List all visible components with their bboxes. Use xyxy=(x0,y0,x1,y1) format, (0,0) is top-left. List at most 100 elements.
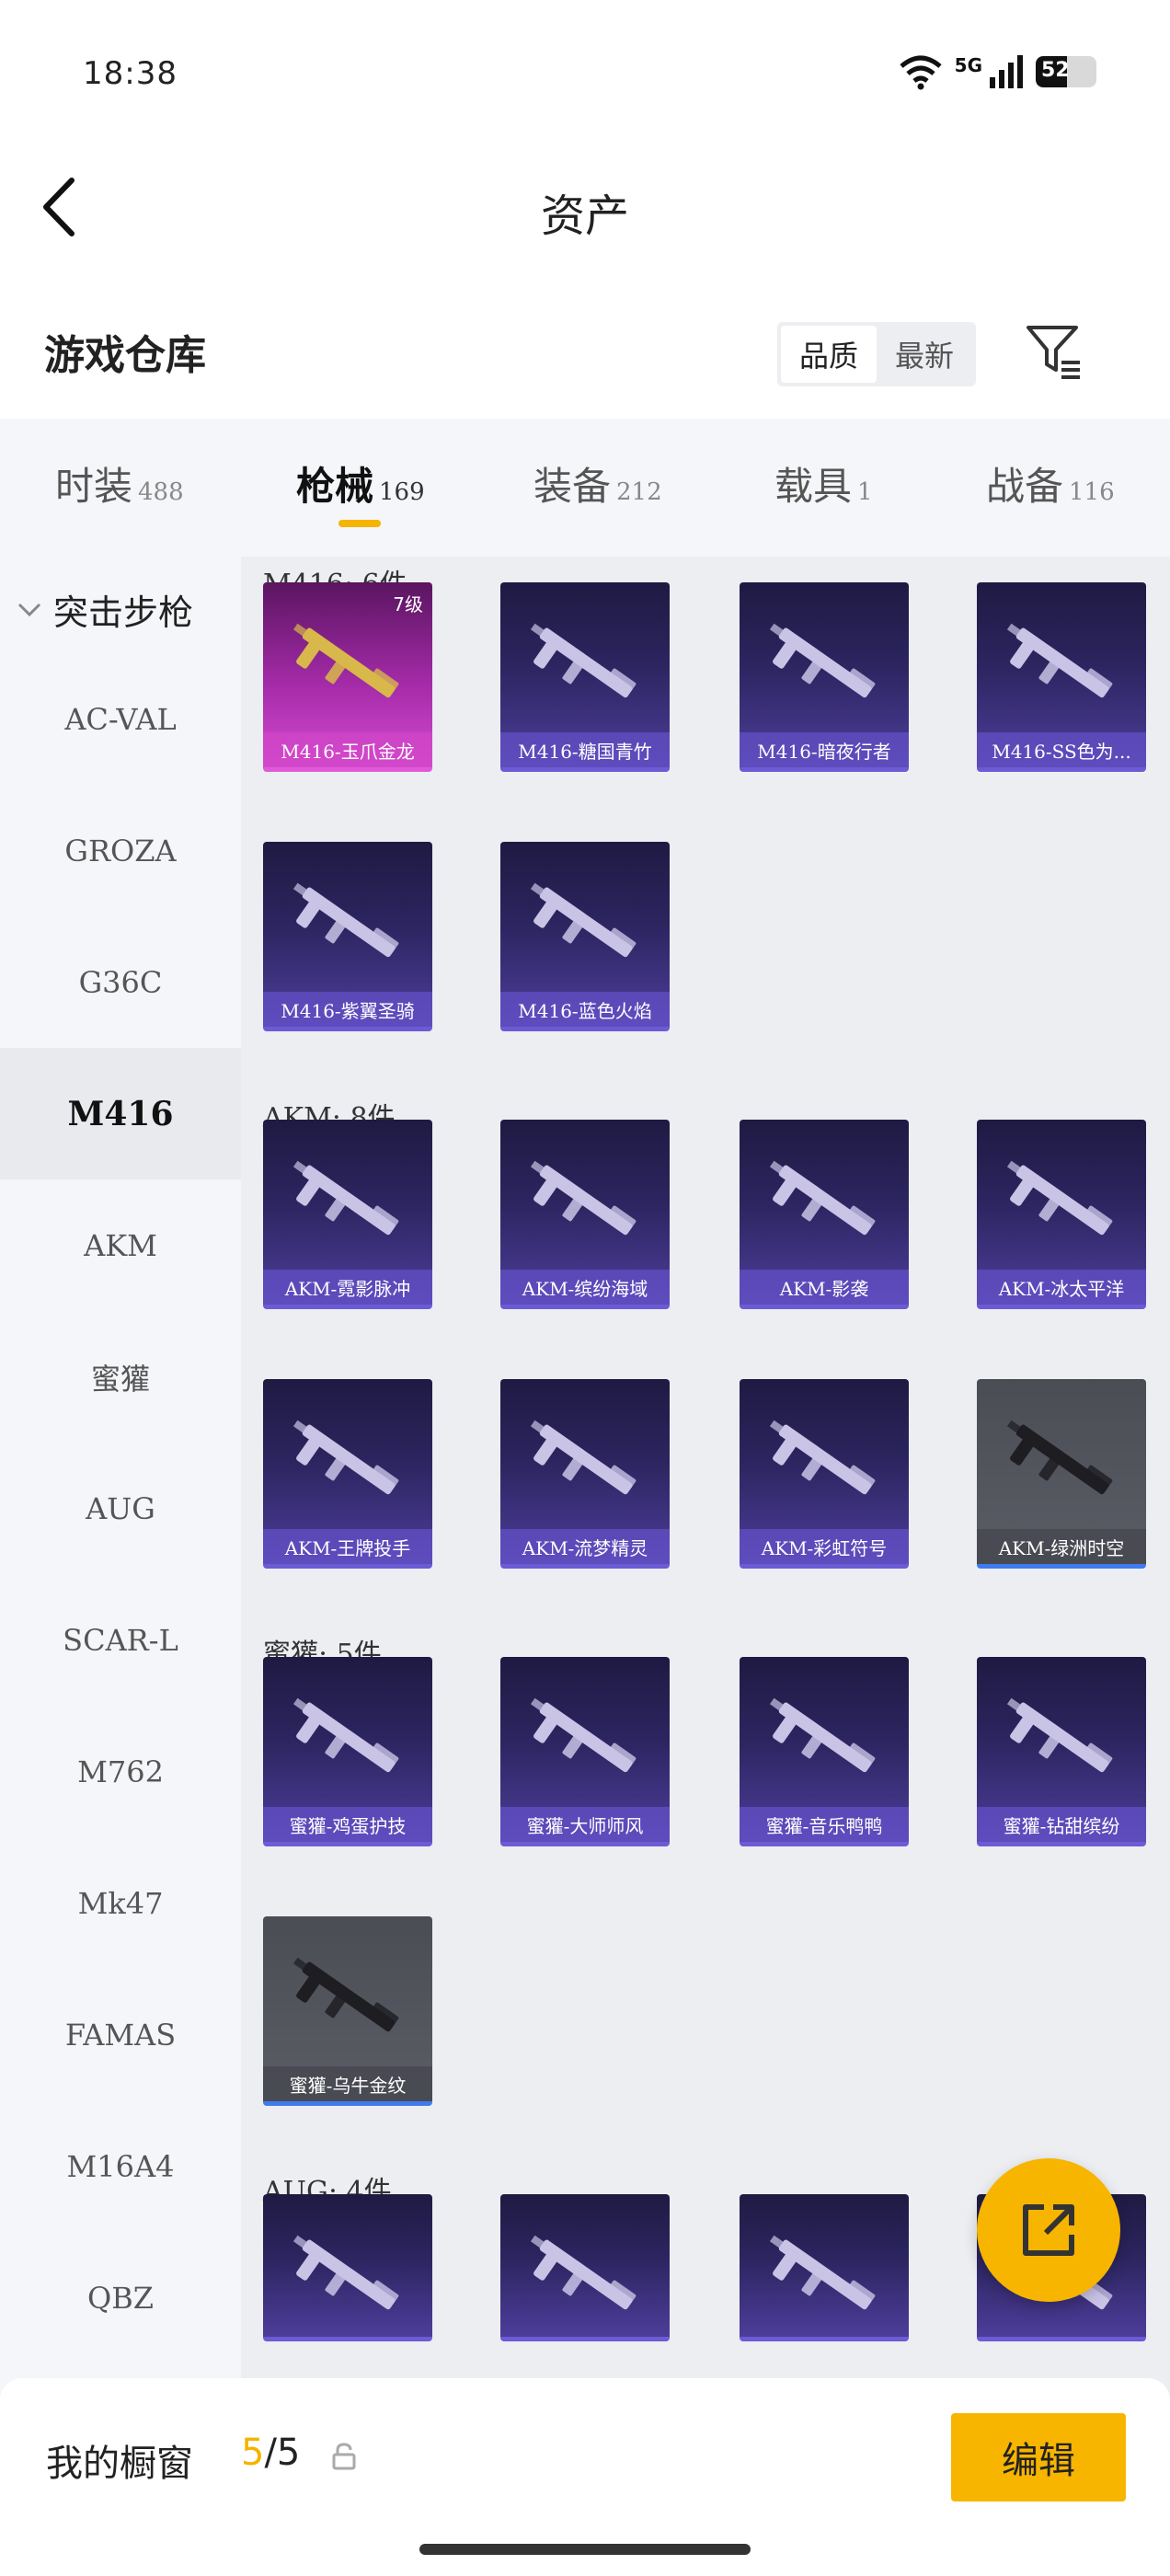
weapon-card[interactable]: M416-糖国青竹 xyxy=(500,582,670,772)
sidebar-item[interactable]: FAMAS xyxy=(0,1969,241,2100)
weapon-card[interactable]: AKM-绿洲时空 xyxy=(977,1379,1146,1569)
sidebar-item[interactable]: Mk47 xyxy=(0,1837,241,1969)
tab-label: 枪械 xyxy=(296,464,374,509)
tab-label: 装备 xyxy=(533,464,612,509)
weapon-name: 蜜獾-钻甜缤纷 xyxy=(977,1807,1146,1842)
showcase-current: 5 xyxy=(241,2432,265,2474)
category-tabs: 时装 488 枪械 169 装备 212 载具 1 战备 116 xyxy=(0,419,1170,557)
weapon-card[interactable] xyxy=(500,2194,670,2341)
share-button[interactable] xyxy=(977,2158,1120,2302)
weapon-card[interactable]: AKM-彩虹符号 xyxy=(740,1379,909,1569)
weapon-image xyxy=(281,1679,414,1799)
filter-icon[interactable] xyxy=(1025,322,1084,381)
tab-fashion[interactable]: 时装 488 xyxy=(55,455,184,512)
weapon-name: AKM-缤纷海域 xyxy=(500,1270,670,1305)
signal-icon xyxy=(988,53,1025,90)
sidebar-category-label: 突击步枪 xyxy=(53,592,194,633)
tab-count: 212 xyxy=(616,478,662,506)
tab-active-indicator xyxy=(338,520,381,527)
weapon-image xyxy=(995,1679,1128,1799)
weapon-card[interactable]: M416-紫翼圣骑 xyxy=(263,842,432,1031)
weapon-name: M416-SS色为... xyxy=(977,732,1146,767)
weapon-level: 7级 xyxy=(393,593,423,615)
weapon-image xyxy=(995,1142,1128,1261)
weapon-card[interactable]: AKM-流梦精灵 xyxy=(500,1379,670,1569)
share-icon xyxy=(1023,2204,1074,2256)
weapon-card[interactable]: M416-SS色为... xyxy=(977,582,1146,772)
weapon-name: AKM-彩虹符号 xyxy=(740,1529,909,1564)
weapon-card[interactable]: M416-蓝色火焰 xyxy=(500,842,670,1031)
weapon-name: AKM-流梦精灵 xyxy=(500,1529,670,1564)
sidebar-category[interactable]: 突击步枪 xyxy=(17,584,193,635)
weapon-image xyxy=(758,1401,890,1521)
weapon-card[interactable]: AKM-霓影脉冲 xyxy=(263,1120,432,1309)
weapon-image xyxy=(281,2216,414,2336)
weapon-card[interactable]: 蜜獾-乌牛金纹 xyxy=(263,1916,432,2106)
sidebar-item[interactable]: QBZ xyxy=(0,2232,241,2363)
tab-label: 时装 xyxy=(55,464,133,509)
sidebar-item[interactable]: M762 xyxy=(0,1706,241,1837)
tab-label: 战备 xyxy=(986,464,1064,509)
weapon-card[interactable]: 蜜獾-鸡蛋护技 xyxy=(263,1657,432,1846)
weapon-image xyxy=(281,1142,414,1261)
sidebar-item[interactable]: 蜜獾 xyxy=(0,1311,241,1443)
wifi-icon xyxy=(898,53,944,90)
weapon-name: 蜜獾-大师师风 xyxy=(500,1807,670,1842)
page-title: 资产 xyxy=(540,190,629,242)
sidebar-item[interactable]: M16A4 xyxy=(0,2100,241,2232)
weapon-name: M416-暗夜行者 xyxy=(740,732,909,767)
sort-toggle: 品质 最新 xyxy=(777,322,976,386)
weapon-image xyxy=(281,1401,414,1521)
sidebar-item[interactable]: M416 xyxy=(0,1048,241,1179)
network-type: 5G xyxy=(954,54,982,76)
sidebar-item[interactable]: GROZA xyxy=(0,785,241,916)
weapon-image xyxy=(519,1401,651,1521)
tab-count: 116 xyxy=(1069,478,1115,506)
tab-supplies[interactable]: 战备 116 xyxy=(986,455,1115,512)
weapon-image xyxy=(519,2216,651,2336)
weapon-card[interactable]: AKM-影袭 xyxy=(740,1120,909,1309)
tab-vehicles[interactable]: 载具 1 xyxy=(774,455,873,512)
weapon-card[interactable] xyxy=(740,2194,909,2341)
weapon-image xyxy=(281,1938,414,2058)
weapon-image xyxy=(519,864,651,983)
tab-guns[interactable]: 枪械 169 xyxy=(296,455,425,512)
weapon-image xyxy=(758,604,890,724)
battery-icon: 52 xyxy=(1036,56,1096,87)
edit-button[interactable]: 编辑 xyxy=(951,2413,1126,2501)
weapon-image xyxy=(758,1142,890,1261)
weapon-image xyxy=(995,604,1128,724)
weapon-card[interactable]: 蜜獾-钻甜缤纷 xyxy=(977,1657,1146,1846)
weapon-card[interactable] xyxy=(263,2194,432,2341)
section-title: 游戏仓库 xyxy=(44,332,206,379)
home-indicator[interactable] xyxy=(419,2544,751,2555)
weapon-image xyxy=(758,1679,890,1799)
sidebar-item[interactable]: AUG xyxy=(0,1443,241,1574)
lock-icon xyxy=(331,2443,357,2470)
sort-option-newest[interactable]: 最新 xyxy=(877,326,972,383)
tab-gear[interactable]: 装备 212 xyxy=(533,455,662,512)
weapon-card[interactable]: M416-暗夜行者 xyxy=(740,582,909,772)
weapon-name: 蜜獾-乌牛金纹 xyxy=(263,2066,432,2101)
sort-option-quality[interactable]: 品质 xyxy=(781,326,877,383)
sidebar-item[interactable]: G36C xyxy=(0,916,241,1048)
weapon-image xyxy=(281,604,414,724)
weapon-image xyxy=(519,1679,651,1799)
weapon-card[interactable]: AKM-王牌投手 xyxy=(263,1379,432,1569)
weapon-name: M416-蓝色火焰 xyxy=(500,992,670,1027)
sidebar-item[interactable]: SCAR-L xyxy=(0,1574,241,1706)
weapon-name: M416-糖国青竹 xyxy=(500,732,670,767)
sidebar-item[interactable]: AKM xyxy=(0,1179,241,1311)
weapon-card[interactable]: 蜜獾-大师师风 xyxy=(500,1657,670,1846)
weapon-name: 蜜獾-音乐鸭鸭 xyxy=(740,1807,909,1842)
weapon-card[interactable]: AKM-冰太平洋 xyxy=(977,1120,1146,1309)
weapon-card[interactable]: 7级 M416-玉爪金龙 xyxy=(263,582,432,772)
weapon-image xyxy=(519,1142,651,1261)
weapon-card[interactable]: AKM-缤纷海域 xyxy=(500,1120,670,1309)
sidebar-item[interactable]: AC-VAL xyxy=(0,653,241,785)
tab-count: 488 xyxy=(138,478,184,506)
tab-label: 载具 xyxy=(774,464,853,509)
weapon-card[interactable]: 蜜獾-音乐鸭鸭 xyxy=(740,1657,909,1846)
tab-count: 1 xyxy=(857,478,873,506)
weapon-name: M416-玉爪金龙 xyxy=(263,732,432,767)
